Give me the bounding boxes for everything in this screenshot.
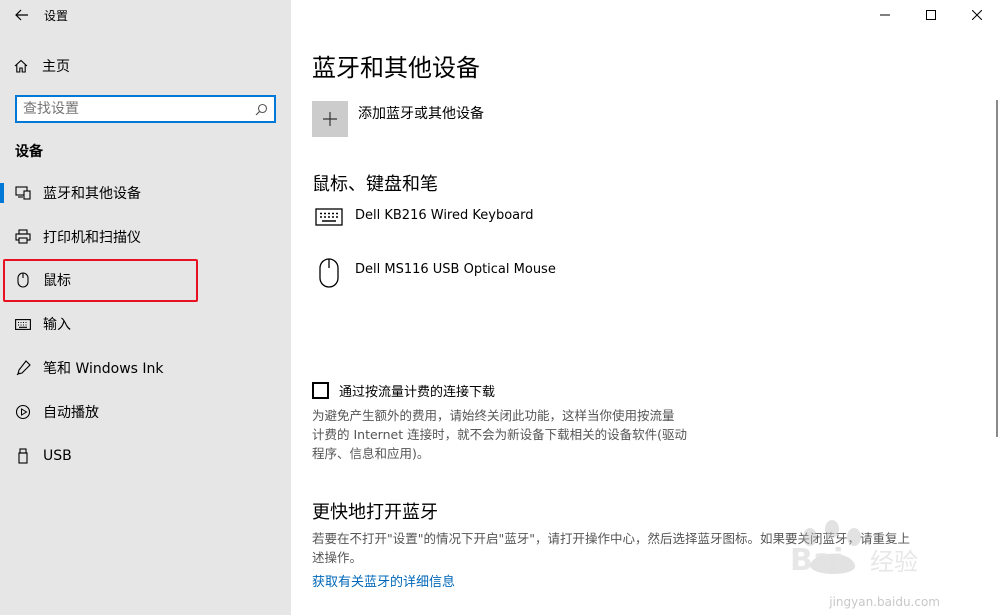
section-heading-mouse-keyboard: 鼠标、键盘和笔	[312, 174, 438, 195]
sidebar-item-mouse[interactable]: 鼠标	[0, 259, 291, 303]
watermark-url: jingyan.baidu.com	[829, 595, 940, 609]
sidebar-item-pen[interactable]: 笔和 Windows Ink	[0, 346, 291, 390]
sidebar-item-label: 笔和 Windows Ink	[43, 361, 164, 378]
metered-download-checkbox-row[interactable]: 通过按流量计费的连接下载	[312, 381, 495, 400]
search-box[interactable]	[15, 95, 276, 123]
autoplay-icon	[15, 404, 31, 420]
bluetooth-details-link[interactable]: 获取有关蓝牙的详细信息	[312, 571, 455, 590]
sidebar: 设置 主页 设备 蓝牙和其他设备 打印机和扫描仪 鼠标	[0, 0, 291, 615]
keyboard-icon	[15, 316, 31, 332]
sidebar-item-usb[interactable]: USB	[0, 434, 291, 478]
back-arrow-icon	[15, 9, 28, 21]
keyboard-icon	[312, 204, 346, 226]
scrollbar[interactable]	[996, 100, 998, 437]
search-input[interactable]	[23, 101, 255, 117]
sidebar-item-label: 自动播放	[43, 404, 99, 421]
home-label: 主页	[42, 59, 70, 75]
sidebar-item-label: USB	[43, 447, 72, 464]
app-title: 设置	[44, 8, 69, 23]
mouse-icon	[15, 272, 31, 289]
svg-text:Bai: Bai	[790, 543, 843, 578]
sidebar-item-bluetooth[interactable]: 蓝牙和其他设备	[0, 171, 291, 215]
metered-desc-line: 计费的 Internet 连接时，就不会为新设备下载相关的设备软件(驱动	[312, 427, 687, 442]
metered-download-checkbox[interactable]	[312, 382, 329, 399]
home-icon	[14, 59, 28, 73]
section-heading-quick-bluetooth: 更快地打开蓝牙	[312, 502, 438, 523]
sidebar-nav: 蓝牙和其他设备 打印机和扫描仪 鼠标 输入 笔和 Windows Ink 自动播…	[0, 171, 291, 478]
bluetooth-devices-icon	[15, 185, 31, 201]
sidebar-item-label: 打印机和扫描仪	[43, 229, 141, 246]
device-item-mouse[interactable]: Dell MS116 USB Optical Mouse	[312, 258, 556, 288]
mouse-icon	[312, 258, 346, 288]
title-bar: 设置	[0, 0, 291, 30]
metered-download-label: 通过按流量计费的连接下载	[339, 385, 496, 400]
baidu-watermark-logo: Bai 经验	[790, 520, 918, 578]
search-icon[interactable]	[255, 103, 268, 116]
sidebar-item-autoplay[interactable]: 自动播放	[0, 390, 291, 434]
metered-desc-line: 为避免产生额外的费用，请始终关闭此功能，这样当你使用按流量	[312, 408, 675, 423]
section-label-devices: 设备	[15, 144, 43, 160]
home-link[interactable]: 主页	[0, 50, 291, 82]
add-device-label: 添加蓝牙或其他设备	[358, 106, 484, 122]
device-item-keyboard[interactable]: Dell KB216 Wired Keyboard	[312, 204, 533, 226]
sidebar-item-typing[interactable]: 输入	[0, 302, 291, 346]
plus-icon	[323, 112, 337, 126]
device-name: Dell KB216 Wired Keyboard	[355, 208, 534, 223]
svg-text:经验: 经验	[870, 548, 918, 576]
metered-description: 为避免产生额外的费用，请始终关闭此功能，这样当你使用按流量 计费的 Intern…	[312, 406, 722, 463]
add-box	[312, 101, 348, 137]
page-title: 蓝牙和其他设备	[312, 54, 480, 82]
pen-icon	[15, 360, 31, 376]
back-button[interactable]	[0, 0, 44, 30]
usb-icon	[15, 448, 31, 464]
sidebar-item-label: 蓝牙和其他设备	[43, 185, 141, 202]
sidebar-item-label: 鼠标	[43, 273, 71, 290]
sidebar-item-label: 输入	[43, 317, 71, 334]
printer-icon	[15, 229, 31, 245]
add-device-button[interactable]: 添加蓝牙或其他设备	[312, 101, 484, 137]
device-name: Dell MS116 USB Optical Mouse	[355, 262, 556, 277]
sidebar-item-printers[interactable]: 打印机和扫描仪	[0, 215, 291, 259]
metered-desc-line: 程序、信息和应用)。	[312, 446, 430, 461]
